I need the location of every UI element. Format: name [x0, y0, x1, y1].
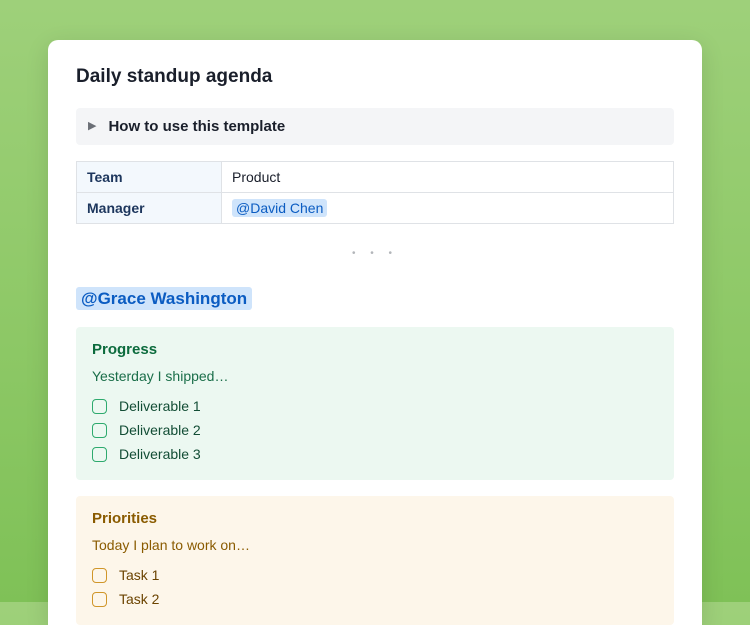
checkbox-icon[interactable] — [92, 568, 107, 583]
meta-table: Team Product Manager @David Chen — [76, 161, 674, 224]
table-row: Team Product — [77, 162, 674, 193]
list-item[interactable]: Task 2 — [92, 587, 658, 611]
meta-team-label: Team — [77, 162, 222, 193]
list-item[interactable]: Deliverable 3 — [92, 442, 658, 466]
list-item[interactable]: Deliverable 1 — [92, 394, 658, 418]
user-mention-row: @Grace Washington — [76, 289, 674, 309]
checkbox-icon[interactable] — [92, 423, 107, 438]
item-label: Deliverable 3 — [119, 446, 201, 462]
item-label: Task 1 — [119, 567, 159, 583]
priorities-heading: Priorities — [92, 510, 658, 527]
document-card: Daily standup agenda ▶ How to use this t… — [48, 40, 702, 625]
page-title: Daily standup agenda — [76, 66, 674, 88]
item-label: Deliverable 1 — [119, 398, 201, 414]
item-label: Deliverable 2 — [119, 422, 201, 438]
chevron-right-icon: ▶ — [88, 121, 96, 132]
checkbox-icon[interactable] — [92, 399, 107, 414]
user-mention[interactable]: @Grace Washington — [76, 287, 252, 310]
divider-dots: • • • — [76, 248, 674, 259]
collapsible-label: How to use this template — [108, 118, 285, 135]
how-to-use-collapsible[interactable]: ▶ How to use this template — [76, 108, 674, 145]
priorities-panel: Priorities Today I plan to work on… Task… — [76, 496, 674, 625]
progress-subtitle[interactable]: Yesterday I shipped… — [92, 368, 658, 384]
meta-manager-value[interactable]: @David Chen — [222, 193, 674, 224]
meta-manager-label: Manager — [77, 193, 222, 224]
item-label: Task 2 — [119, 591, 159, 607]
priorities-subtitle[interactable]: Today I plan to work on… — [92, 537, 658, 553]
list-item[interactable]: Task 1 — [92, 563, 658, 587]
checkbox-icon[interactable] — [92, 447, 107, 462]
table-row: Manager @David Chen — [77, 193, 674, 224]
progress-panel: Progress Yesterday I shipped… Deliverabl… — [76, 327, 674, 480]
manager-mention[interactable]: @David Chen — [232, 199, 327, 217]
meta-team-value[interactable]: Product — [222, 162, 674, 193]
checkbox-icon[interactable] — [92, 592, 107, 607]
progress-heading: Progress — [92, 341, 658, 358]
list-item[interactable]: Deliverable 2 — [92, 418, 658, 442]
